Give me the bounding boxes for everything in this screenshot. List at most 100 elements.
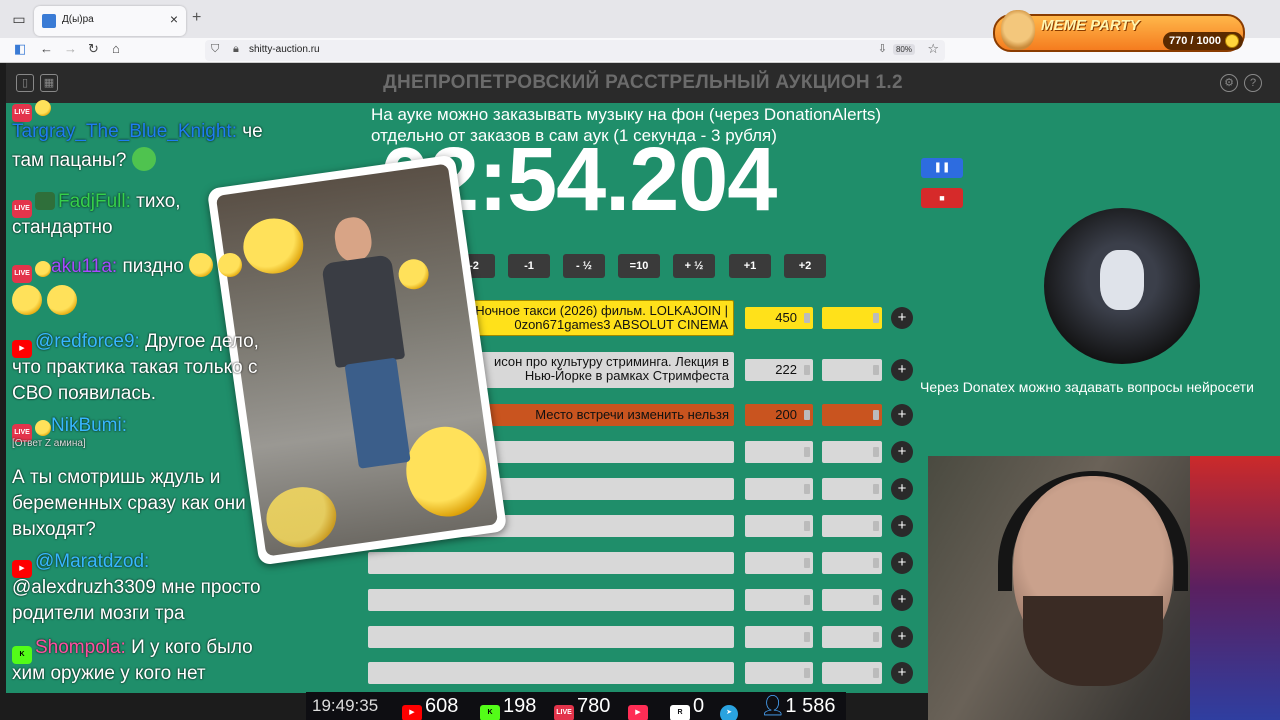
tab-close-icon[interactable]: ×: [170, 11, 178, 27]
spinner-icon[interactable]: [873, 410, 879, 420]
adjust-minus-half-button[interactable]: - ½: [563, 254, 605, 278]
browser-tab[interactable]: Д(ы)ра ×: [34, 6, 186, 36]
kick-stat: K 198: [480, 692, 536, 720]
spinner-icon[interactable]: [873, 447, 879, 457]
spinner-icon[interactable]: [804, 313, 810, 323]
viewers-stat: 👤︎1 586: [760, 692, 835, 720]
spinner-icon[interactable]: [873, 484, 879, 494]
spinner-icon[interactable]: [804, 595, 810, 605]
lot-add-button-empty[interactable]: +: [891, 515, 913, 537]
lot-title-empty[interactable]: [368, 626, 734, 648]
sidebar-toggle-icon[interactable]: ▭: [8, 8, 30, 30]
spinner-icon[interactable]: [804, 484, 810, 494]
lot-add-button-empty[interactable]: +: [891, 589, 913, 611]
lot-value-empty[interactable]: [745, 515, 813, 537]
streamer-beard: [1023, 596, 1163, 686]
lot-value-empty[interactable]: [745, 589, 813, 611]
bookmark-star-icon[interactable]: ☆: [927, 41, 939, 57]
adjust-plus-half-button[interactable]: + ½: [673, 254, 715, 278]
chat-username[interactable]: NikBumi:: [51, 415, 127, 436]
chat-username[interactable]: @redforce9:: [35, 331, 140, 352]
lot-add-button-1[interactable]: +: [891, 307, 913, 329]
lot-add-button-empty[interactable]: +: [891, 441, 913, 463]
adjust-minus-1-button[interactable]: -1: [508, 254, 550, 278]
meme-party-counter: 770 / 1000: [1163, 32, 1243, 50]
chat-text: беременных сразу как они: [12, 493, 246, 514]
new-tab-icon[interactable]: +: [192, 9, 201, 27]
screen: { "browser": { "tab_title": "Д(ы)ра", "u…: [0, 0, 1280, 720]
spinner-icon[interactable]: [873, 365, 879, 375]
lot-add-button-empty[interactable]: +: [891, 662, 913, 684]
lot-add-input-empty[interactable]: [822, 515, 882, 537]
back-icon[interactable]: ←: [40, 41, 53, 56]
lot-value-1[interactable]: 450: [745, 307, 813, 329]
lot-value-empty[interactable]: [745, 662, 813, 684]
spinner-icon[interactable]: [804, 558, 810, 568]
chat-username[interactable]: @Maratdzod:: [35, 551, 149, 572]
lot-add-input-2[interactable]: [822, 359, 882, 381]
lot-title-empty[interactable]: [368, 589, 734, 611]
spinner-icon[interactable]: [873, 632, 879, 642]
spinner-icon[interactable]: [873, 558, 879, 568]
lot-value-empty[interactable]: [745, 478, 813, 500]
adjust-set-10-button[interactable]: =10: [618, 254, 660, 278]
lot-add-input-empty[interactable]: [822, 441, 882, 463]
spinner-icon[interactable]: [873, 595, 879, 605]
spinner-icon[interactable]: [804, 410, 810, 420]
lot-value-empty[interactable]: [745, 626, 813, 648]
lot-add-input-empty[interactable]: [822, 552, 882, 574]
lock-icon[interactable]: 🔒︎: [233, 43, 239, 56]
chat-username[interactable]: aku11a:: [51, 256, 117, 277]
lot-add-input-empty[interactable]: [822, 626, 882, 648]
page-title: ДНЕПРОПЕТРОВСКИЙ РАССТРЕЛЬНЫЙ АУКЦИОН 1.…: [383, 72, 903, 93]
pepe-emote-icon: [131, 147, 156, 171]
lot-value-3[interactable]: 200: [745, 404, 813, 426]
spinner-icon[interactable]: [804, 632, 810, 642]
reload-icon[interactable]: ↻: [88, 41, 99, 57]
chat-message-7: K Shompola: И у кого было: [12, 635, 253, 664]
download-icon[interactable]: ⇩: [878, 42, 887, 55]
spinner-icon[interactable]: [804, 668, 810, 678]
lot-add-button-3[interactable]: +: [891, 404, 913, 426]
spinner-icon[interactable]: [804, 521, 810, 531]
forward-icon[interactable]: →: [64, 41, 77, 56]
settings-gear-icon[interactable]: ⚙: [1220, 74, 1238, 92]
help-icon[interactable]: ?: [1244, 74, 1262, 92]
live-icon: LIVE: [554, 705, 574, 720]
zoom-level[interactable]: 80%: [892, 44, 915, 55]
spinner-icon[interactable]: [804, 447, 810, 457]
home-icon[interactable]: ⌂: [112, 41, 120, 56]
lot-value-2[interactable]: 222: [745, 359, 813, 381]
stop-button[interactable]: ■: [921, 188, 963, 208]
chat-username[interactable]: FadjFull:: [58, 191, 131, 212]
lot-add-input-3[interactable]: [822, 404, 882, 426]
chat-username[interactable]: Targray_The_Blue_Knight:: [12, 121, 237, 142]
url-text[interactable]: shitty-auction.ru: [249, 44, 320, 55]
lot-add-input-1[interactable]: [822, 307, 882, 329]
address-bar[interactable]: ⛉ 🔒︎ shitty-auction.ru ⇩ 80% ☆: [205, 40, 945, 61]
adjust-plus-1-button[interactable]: +1: [729, 254, 771, 278]
lot-add-button-2[interactable]: +: [891, 359, 913, 381]
lot-title-empty[interactable]: [368, 552, 734, 574]
spinner-icon[interactable]: [873, 521, 879, 531]
lot-add-input-empty[interactable]: [822, 589, 882, 611]
shield-icon[interactable]: ⛉: [211, 43, 219, 56]
spinner-icon[interactable]: [873, 668, 879, 678]
lot-add-input-empty[interactable]: [822, 662, 882, 684]
lot-add-button-empty[interactable]: +: [891, 478, 913, 500]
chat-message-1: Targray_The_Blue_Knight: че: [12, 119, 263, 145]
lot-value-empty[interactable]: [745, 552, 813, 574]
chat-text: А ты смотришь ждуль и: [12, 467, 221, 488]
lot-title-empty[interactable]: [368, 662, 734, 684]
lot-add-button-empty[interactable]: +: [891, 552, 913, 574]
chat-overlay: LIVE Targray_The_Blue_Knight: че там пац…: [6, 99, 306, 689]
pause-button[interactable]: ❚❚: [921, 158, 963, 178]
spinner-icon[interactable]: [804, 365, 810, 375]
chat-username[interactable]: Shompola:: [35, 637, 126, 658]
container-icon[interactable]: ◧: [14, 41, 26, 57]
spinner-icon[interactable]: [873, 313, 879, 323]
lot-value-empty[interactable]: [745, 441, 813, 463]
lot-add-input-empty[interactable]: [822, 478, 882, 500]
lot-add-button-empty[interactable]: +: [891, 626, 913, 648]
adjust-plus-2-button[interactable]: +2: [784, 254, 826, 278]
